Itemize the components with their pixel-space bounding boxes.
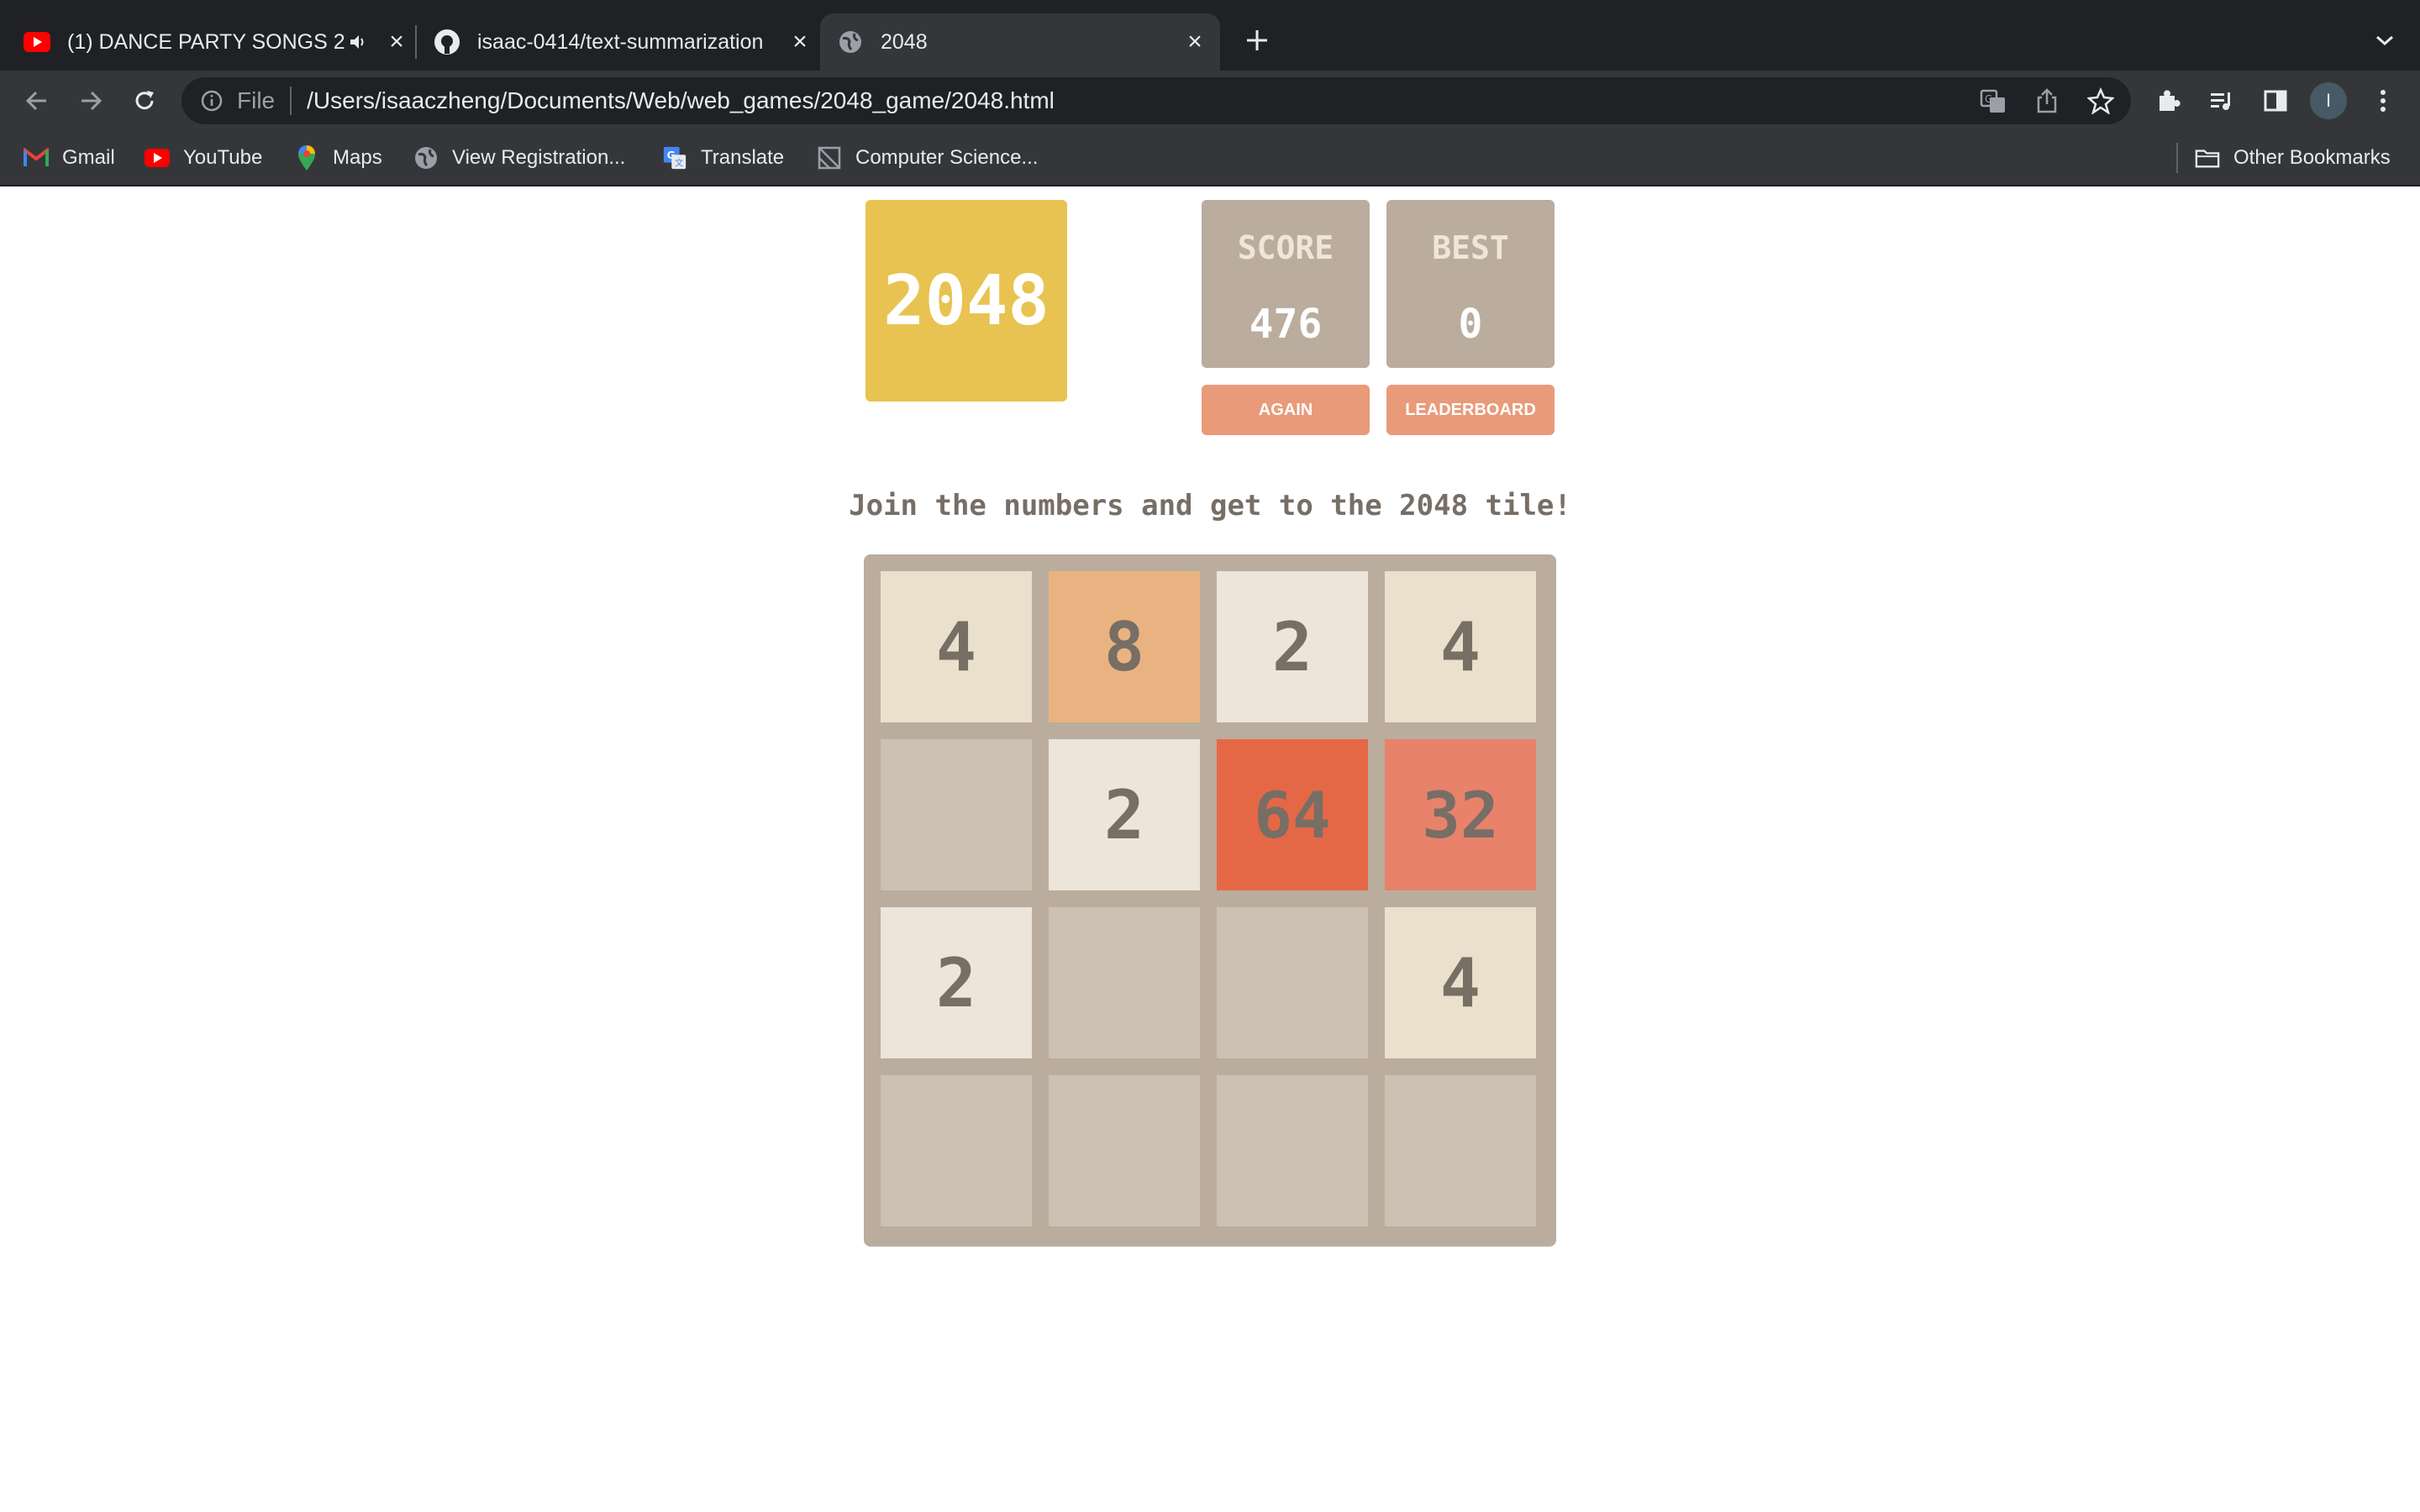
tab-title: 2048 (881, 29, 928, 54)
youtube-icon (24, 29, 50, 55)
bookmark-label: Maps (333, 146, 382, 169)
gmail-icon (24, 145, 49, 171)
folder-icon (2195, 145, 2220, 171)
extensions-puzzle-icon[interactable] (2151, 84, 2185, 118)
empty-cell (1385, 1075, 1536, 1226)
speaker-icon[interactable] (345, 29, 371, 55)
tile-8: 8 (1049, 571, 1200, 722)
tile-2: 2 (881, 907, 1032, 1058)
svg-text:文: 文 (675, 157, 683, 168)
bookmark-label: YouTube (183, 146, 263, 169)
bookmark-translate[interactable]: G文 Translate (662, 131, 784, 185)
youtube-icon (145, 145, 170, 171)
tile-2: 2 (1049, 739, 1200, 890)
best-box: BEST 0 (1386, 200, 1555, 368)
bookmark-youtube[interactable]: YouTube (145, 131, 262, 185)
again-button[interactable]: AGAIN (1202, 385, 1370, 435)
bookmark-label: Translate (701, 146, 785, 169)
back-arrow-icon[interactable] (20, 84, 54, 118)
address-bar[interactable]: File /Users/isaaczheng/Documents/Web/web… (182, 77, 2131, 124)
empty-cell (881, 739, 1032, 890)
tab-title: isaac-0414/text-summarization (477, 29, 764, 54)
other-bookmarks[interactable]: Other Bookmarks (2195, 131, 2391, 185)
globe-icon (413, 145, 439, 171)
bookmark-computer-science[interactable]: Computer Science... (817, 131, 1038, 185)
translate-icon: G文 (662, 145, 687, 171)
game-logo: 2048 (865, 200, 1067, 402)
tile-32: 32 (1385, 739, 1536, 890)
tile-2: 2 (1217, 571, 1368, 722)
best-label: BEST (1432, 229, 1509, 266)
score-box: SCORE 476 (1202, 200, 1370, 368)
close-tab-icon[interactable]: × (1181, 28, 1208, 55)
empty-cell (881, 1075, 1032, 1226)
best-value: 0 (1458, 301, 1483, 348)
tile-64: 64 (1217, 739, 1368, 890)
bookmark-star-icon[interactable] (2084, 84, 2118, 118)
empty-cell (1217, 1075, 1368, 1226)
maps-pin-icon (294, 145, 319, 171)
tab-title: (1) DANCE PARTY SONGS 2023 (67, 29, 345, 54)
address-divider (290, 87, 292, 115)
tab-separator (415, 25, 417, 59)
game-intro: Join the numbers and get to the 2048 til… (849, 489, 1571, 522)
site-info-icon[interactable] (198, 87, 225, 114)
address-scheme: File (237, 87, 276, 113)
address-url[interactable]: /Users/isaaczheng/Documents/Web/web_game… (307, 87, 1055, 114)
tile-4: 4 (1385, 571, 1536, 722)
empty-cell (1049, 1075, 1200, 1226)
tab-github[interactable]: isaac-0414/text-summarization × (434, 13, 813, 71)
bookmark-label: View Registration... (452, 146, 626, 169)
bookmarks-divider (2176, 143, 2178, 173)
close-tab-icon[interactable]: × (383, 28, 410, 55)
tile-4: 4 (881, 571, 1032, 722)
github-icon (434, 29, 460, 55)
translate-page-icon[interactable]: G (1976, 84, 2010, 118)
score-label: SCORE (1237, 229, 1334, 266)
bookmark-label: Gmail (62, 146, 115, 169)
bookmark-view-registration[interactable]: View Registration... (413, 131, 625, 185)
forward-arrow-icon[interactable] (74, 84, 108, 118)
media-queue-icon[interactable] (2205, 84, 2238, 118)
globe-icon (837, 29, 864, 55)
leaderboard-button[interactable]: LEADERBOARD (1386, 385, 1555, 435)
tab-youtube[interactable]: (1) DANCE PARTY SONGS 2023 × (24, 13, 410, 71)
side-panel-icon[interactable] (2259, 84, 2292, 118)
new-tab-plus-icon[interactable] (1240, 24, 1274, 57)
game-board[interactable]: 4 8 2 4 2 64 32 2 4 (864, 554, 1556, 1247)
bookmark-maps[interactable]: Maps (294, 131, 382, 185)
bookmarks-bar: Gmail YouTube Maps View Registration... … (0, 131, 2420, 186)
profile-avatar[interactable]: I (2310, 82, 2347, 119)
tab-2048[interactable]: 2048 × (820, 13, 1220, 71)
empty-cell (1217, 907, 1368, 1058)
tile-4: 4 (1385, 907, 1536, 1058)
score-value: 476 (1249, 301, 1323, 348)
close-tab-icon[interactable]: × (786, 28, 813, 55)
other-bookmarks-label: Other Bookmarks (2233, 146, 2391, 169)
empty-cell (1049, 907, 1200, 1058)
page-icon (817, 145, 842, 171)
tab-strip: (1) DANCE PARTY SONGS 2023 × isaac-0414/… (0, 0, 2420, 71)
bookmark-label: Computer Science... (855, 146, 1039, 169)
share-icon[interactable] (2030, 84, 2064, 118)
reload-icon[interactable] (128, 84, 161, 118)
tab-search-chevron-icon[interactable] (2368, 24, 2402, 57)
more-menu-icon[interactable] (2366, 84, 2400, 118)
bookmark-gmail[interactable]: Gmail (24, 131, 115, 185)
